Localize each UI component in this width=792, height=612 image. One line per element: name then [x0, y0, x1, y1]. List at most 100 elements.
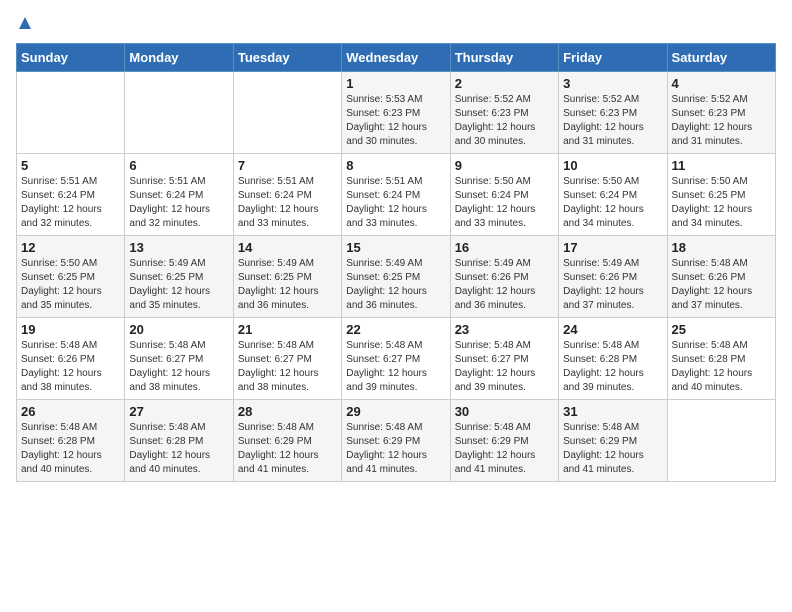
- day-number: 3: [563, 76, 662, 91]
- day-info: Sunrise: 5:48 AM Sunset: 6:28 PM Dayligh…: [563, 339, 662, 395]
- day-number: 5: [21, 158, 120, 173]
- calendar-cell: 3 Sunrise: 5:52 AM Sunset: 6:23 PM Daylig…: [559, 72, 667, 154]
- day-headers-row: SundayMondayTuesdayWednesdayThursdayFrid…: [17, 44, 776, 72]
- calendar-cell: 26Sunrise: 5:48 AM Sunset: 6:28 PM Dayli…: [17, 400, 125, 482]
- day-info: Sunrise: 5:48 AM Sunset: 6:28 PM Dayligh…: [672, 339, 771, 395]
- day-info: Sunrise: 5:50 AM Sunset: 6:25 PM Dayligh…: [672, 175, 771, 231]
- calendar-cell: [667, 400, 775, 482]
- day-info: Sunrise: 5:49 AM Sunset: 6:26 PM Dayligh…: [455, 257, 554, 313]
- week-row-5: 26Sunrise: 5:48 AM Sunset: 6:28 PM Dayli…: [17, 400, 776, 482]
- calendar-cell: 29Sunrise: 5:48 AM Sunset: 6:29 PM Dayli…: [342, 400, 450, 482]
- calendar-cell: 19Sunrise: 5:48 AM Sunset: 6:26 PM Dayli…: [17, 318, 125, 400]
- day-info: Sunrise: 5:48 AM Sunset: 6:26 PM Dayligh…: [672, 257, 771, 313]
- day-number: 2: [455, 76, 554, 91]
- day-number: 11: [672, 158, 771, 173]
- day-info: Sunrise: 5:49 AM Sunset: 6:26 PM Dayligh…: [563, 257, 662, 313]
- day-number: 10: [563, 158, 662, 173]
- calendar-cell: 10 Sunrise: 5:50 AM Sunset: 6:24 PM Dayli…: [559, 154, 667, 236]
- day-info: Sunrise: 5:48 AM Sunset: 6:27 PM Dayligh…: [238, 339, 337, 395]
- calendar-cell: 30 Sunrise: 5:48 AM Sunset: 6:29 PM Dayli…: [450, 400, 558, 482]
- day-number: 13: [129, 240, 228, 255]
- day-number: 24: [563, 322, 662, 337]
- calendar-cell: 1 Sunrise: 5:53 AM Sunset: 6:23 PM Daylig…: [342, 72, 450, 154]
- day-header-monday: Monday: [125, 44, 233, 72]
- day-header-friday: Friday: [559, 44, 667, 72]
- calendar-cell: 18 Sunrise: 5:48 AM Sunset: 6:26 PM Dayli…: [667, 236, 775, 318]
- day-number: 8: [346, 158, 445, 173]
- day-number: 29: [346, 404, 445, 419]
- day-number: 18: [672, 240, 771, 255]
- day-info: Sunrise: 5:52 AM Sunset: 6:23 PM Dayligh…: [455, 93, 554, 149]
- day-number: 21: [238, 322, 337, 337]
- week-row-4: 19Sunrise: 5:48 AM Sunset: 6:26 PM Dayli…: [17, 318, 776, 400]
- calendar-cell: 31 Sunrise: 5:48 AM Sunset: 6:29 PM Dayli…: [559, 400, 667, 482]
- day-info: Sunrise: 5:52 AM Sunset: 6:23 PM Dayligh…: [563, 93, 662, 149]
- calendar-cell: 16 Sunrise: 5:49 AM Sunset: 6:26 PM Dayli…: [450, 236, 558, 318]
- logo-triangle-icon: [18, 16, 32, 35]
- day-number: 6: [129, 158, 228, 173]
- day-info: Sunrise: 5:53 AM Sunset: 6:23 PM Dayligh…: [346, 93, 445, 149]
- day-number: 12: [21, 240, 120, 255]
- header: [16, 16, 776, 35]
- day-info: Sunrise: 5:51 AM Sunset: 6:24 PM Dayligh…: [21, 175, 120, 231]
- day-info: Sunrise: 5:49 AM Sunset: 6:25 PM Dayligh…: [346, 257, 445, 313]
- calendar-table: SundayMondayTuesdayWednesdayThursdayFrid…: [16, 43, 776, 482]
- calendar-cell: 22 Sunrise: 5:48 AM Sunset: 6:27 PM Dayli…: [342, 318, 450, 400]
- calendar-cell: 25 Sunrise: 5:48 AM Sunset: 6:28 PM Dayli…: [667, 318, 775, 400]
- calendar-cell: 2 Sunrise: 5:52 AM Sunset: 6:23 PM Daylig…: [450, 72, 558, 154]
- day-number: 1: [346, 76, 445, 91]
- calendar-cell: 5 Sunrise: 5:51 AM Sunset: 6:24 PM Daylig…: [17, 154, 125, 236]
- day-info: Sunrise: 5:48 AM Sunset: 6:28 PM Dayligh…: [129, 421, 228, 477]
- day-header-wednesday: Wednesday: [342, 44, 450, 72]
- calendar-cell: 27 Sunrise: 5:48 AM Sunset: 6:28 PM Dayli…: [125, 400, 233, 482]
- calendar-cell: 15 Sunrise: 5:49 AM Sunset: 6:25 PM Dayli…: [342, 236, 450, 318]
- day-info: Sunrise: 5:50 AM Sunset: 6:25 PM Dayligh…: [21, 257, 120, 313]
- day-info: Sunrise: 5:48 AM Sunset: 6:27 PM Dayligh…: [129, 339, 228, 395]
- day-info: Sunrise: 5:48 AM Sunset: 6:27 PM Dayligh…: [346, 339, 445, 395]
- calendar-cell: 17Sunrise: 5:49 AM Sunset: 6:26 PM Dayli…: [559, 236, 667, 318]
- day-number: 25: [672, 322, 771, 337]
- calendar-cell: 20 Sunrise: 5:48 AM Sunset: 6:27 PM Dayli…: [125, 318, 233, 400]
- calendar-cell: 21 Sunrise: 5:48 AM Sunset: 6:27 PM Dayli…: [233, 318, 341, 400]
- day-info: Sunrise: 5:49 AM Sunset: 6:25 PM Dayligh…: [129, 257, 228, 313]
- day-info: Sunrise: 5:48 AM Sunset: 6:29 PM Dayligh…: [563, 421, 662, 477]
- calendar-cell: 6 Sunrise: 5:51 AM Sunset: 6:24 PM Daylig…: [125, 154, 233, 236]
- day-number: 9: [455, 158, 554, 173]
- day-info: Sunrise: 5:48 AM Sunset: 6:29 PM Dayligh…: [238, 421, 337, 477]
- day-info: Sunrise: 5:51 AM Sunset: 6:24 PM Dayligh…: [346, 175, 445, 231]
- day-info: Sunrise: 5:48 AM Sunset: 6:28 PM Dayligh…: [21, 421, 120, 477]
- day-info: Sunrise: 5:50 AM Sunset: 6:24 PM Dayligh…: [563, 175, 662, 231]
- day-info: Sunrise: 5:49 AM Sunset: 6:25 PM Dayligh…: [238, 257, 337, 313]
- day-header-tuesday: Tuesday: [233, 44, 341, 72]
- calendar-cell: [125, 72, 233, 154]
- day-info: Sunrise: 5:51 AM Sunset: 6:24 PM Dayligh…: [129, 175, 228, 231]
- day-number: 28: [238, 404, 337, 419]
- calendar-cell: 14 Sunrise: 5:49 AM Sunset: 6:25 PM Dayli…: [233, 236, 341, 318]
- logo: [16, 16, 33, 35]
- day-header-sunday: Sunday: [17, 44, 125, 72]
- day-info: Sunrise: 5:51 AM Sunset: 6:24 PM Dayligh…: [238, 175, 337, 231]
- day-number: 31: [563, 404, 662, 419]
- day-number: 7: [238, 158, 337, 173]
- day-info: Sunrise: 5:48 AM Sunset: 6:27 PM Dayligh…: [455, 339, 554, 395]
- calendar-cell: 4Sunrise: 5:52 AM Sunset: 6:23 PM Daylig…: [667, 72, 775, 154]
- calendar-cell: 7 Sunrise: 5:51 AM Sunset: 6:24 PM Daylig…: [233, 154, 341, 236]
- day-number: 16: [455, 240, 554, 255]
- day-header-thursday: Thursday: [450, 44, 558, 72]
- day-number: 15: [346, 240, 445, 255]
- calendar-cell: 28 Sunrise: 5:48 AM Sunset: 6:29 PM Dayli…: [233, 400, 341, 482]
- week-row-2: 5 Sunrise: 5:51 AM Sunset: 6:24 PM Daylig…: [17, 154, 776, 236]
- calendar-cell: 8 Sunrise: 5:51 AM Sunset: 6:24 PM Daylig…: [342, 154, 450, 236]
- day-number: 20: [129, 322, 228, 337]
- day-number: 27: [129, 404, 228, 419]
- week-row-3: 12 Sunrise: 5:50 AM Sunset: 6:25 PM Dayli…: [17, 236, 776, 318]
- day-number: 19: [21, 322, 120, 337]
- calendar-cell: 12 Sunrise: 5:50 AM Sunset: 6:25 PM Dayli…: [17, 236, 125, 318]
- calendar-cell: 24 Sunrise: 5:48 AM Sunset: 6:28 PM Dayli…: [559, 318, 667, 400]
- day-info: Sunrise: 5:48 AM Sunset: 6:29 PM Dayligh…: [455, 421, 554, 477]
- day-number: 14: [238, 240, 337, 255]
- calendar-cell: 13 Sunrise: 5:49 AM Sunset: 6:25 PM Dayli…: [125, 236, 233, 318]
- day-number: 30: [455, 404, 554, 419]
- day-number: 22: [346, 322, 445, 337]
- week-row-1: 1 Sunrise: 5:53 AM Sunset: 6:23 PM Daylig…: [17, 72, 776, 154]
